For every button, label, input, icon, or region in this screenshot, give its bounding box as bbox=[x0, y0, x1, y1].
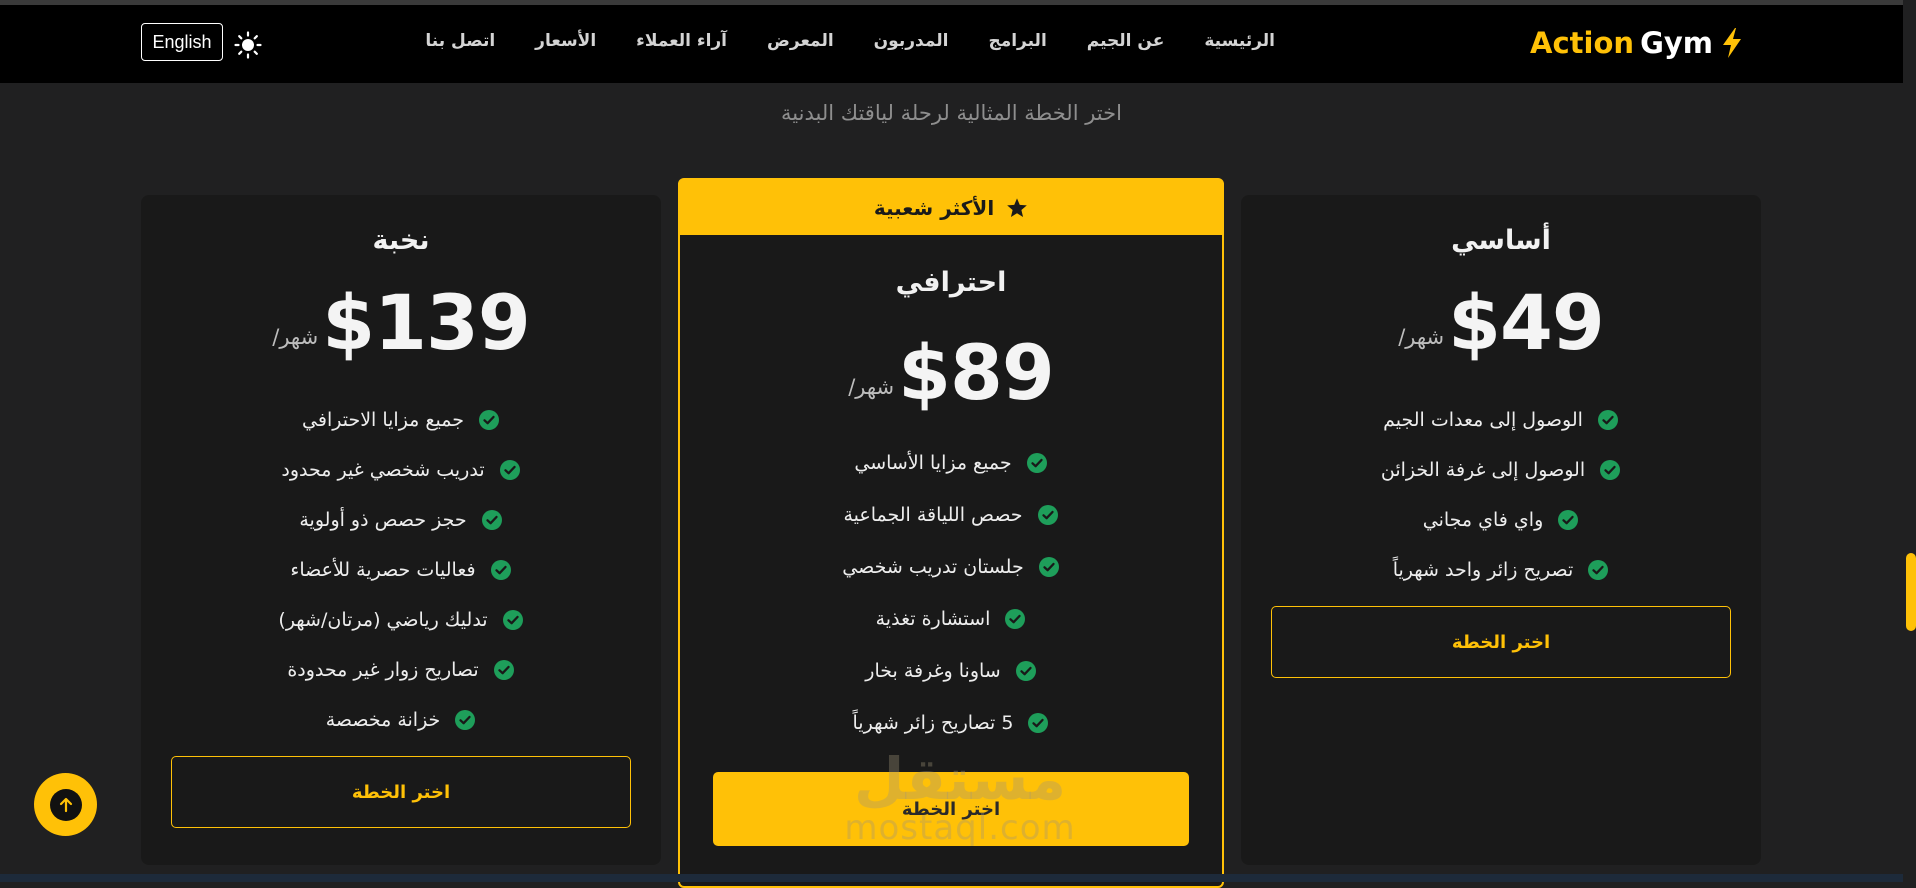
plan-price: /شهر $49 bbox=[1241, 285, 1761, 361]
check-circle-icon bbox=[1037, 505, 1058, 525]
page-scrollbar[interactable] bbox=[1903, 0, 1916, 882]
brand-logo[interactable]: Action Gym bbox=[1530, 23, 1745, 63]
feature-text: واي فاي مجاني bbox=[1422, 509, 1544, 531]
plan-card-elite: نخبة /شهر $139 جميع مزايا الاحترافي تدري… bbox=[141, 195, 661, 865]
feature-text: تدليك رياضي (مرتان/شهر) bbox=[278, 609, 488, 631]
feature-text: جميع مزايا الاحترافي bbox=[302, 409, 464, 431]
navbar: Action Gym الرئيسية عن الجيم البرامج الم… bbox=[0, 5, 1903, 83]
brand-name-gym: Gym bbox=[1640, 26, 1713, 60]
plan-name: احترافي bbox=[895, 267, 1007, 298]
plan-name: نخبة bbox=[372, 225, 430, 256]
choose-plan-button-elite[interactable]: اختر الخطة bbox=[171, 756, 631, 828]
check-circle-icon bbox=[502, 610, 523, 630]
plan-name: أساسي bbox=[1451, 225, 1551, 256]
nav-link-gallery[interactable]: المعرض bbox=[767, 31, 834, 51]
feature-item: ساونا وغرفة بخار bbox=[680, 645, 1222, 697]
feature-item: تصريح زائر واحد شهرياً bbox=[1241, 545, 1761, 595]
feature-item: حجز حصص ذو أولوية bbox=[141, 495, 661, 545]
feature-text: حصص اللياقة الجماعية bbox=[843, 504, 1023, 526]
feature-item: جلستان تدريب شخصي bbox=[680, 541, 1222, 593]
check-circle-icon bbox=[1588, 560, 1609, 580]
feature-list: جميع مزايا الأساسي حصص اللياقة الجماعية … bbox=[680, 437, 1222, 749]
feature-text: تصاريح زوار غير محدودة bbox=[287, 659, 479, 681]
choose-plan-button-basic[interactable]: اختر الخطة bbox=[1271, 606, 1731, 678]
feature-item: تدريب شخصي غير محدود bbox=[141, 445, 661, 495]
plan-price: /شهر $139 bbox=[141, 285, 661, 361]
price-period: /شهر bbox=[1398, 325, 1445, 349]
feature-text: تصريح زائر واحد شهرياً bbox=[1392, 559, 1574, 581]
feature-item: واي فاي مجاني bbox=[1241, 495, 1761, 545]
feature-text: جميع مزايا الأساسي bbox=[854, 452, 1012, 474]
feature-text: جلستان تدريب شخصي bbox=[842, 556, 1024, 578]
check-circle-icon bbox=[478, 410, 499, 430]
choose-plan-button-pro[interactable]: اختر الخطة bbox=[713, 772, 1189, 846]
popular-badge: الأكثر شعبية bbox=[680, 180, 1222, 235]
scrollbar-thumb[interactable] bbox=[1906, 553, 1916, 631]
star-icon bbox=[1007, 197, 1027, 217]
check-circle-icon bbox=[1015, 661, 1036, 681]
language-toggle-button[interactable]: English bbox=[141, 23, 223, 61]
price-value: $89 bbox=[898, 328, 1055, 417]
price-period: /شهر bbox=[272, 325, 319, 349]
check-circle-icon bbox=[455, 710, 476, 730]
feature-item: فعاليات حصرية للأعضاء bbox=[141, 545, 661, 595]
sun-icon[interactable] bbox=[234, 31, 262, 59]
feature-item: 5 تصاريح زائر شهرياً bbox=[680, 697, 1222, 749]
check-circle-icon bbox=[1005, 609, 1026, 629]
nav-link-trainers[interactable]: المدربون bbox=[874, 31, 949, 51]
feature-item: تدليك رياضي (مرتان/شهر) bbox=[141, 595, 661, 645]
nav-link-contact[interactable]: اتصل بنا bbox=[425, 31, 495, 51]
price-value: $139 bbox=[322, 278, 531, 367]
check-circle-icon bbox=[1558, 510, 1579, 530]
check-circle-icon bbox=[493, 660, 514, 680]
check-circle-icon bbox=[499, 460, 520, 480]
feature-text: خزانة مخصصة bbox=[325, 709, 441, 731]
bottom-edge bbox=[0, 874, 1903, 882]
nav-links: الرئيسية عن الجيم البرامج المدربون المعر… bbox=[425, 31, 1275, 51]
nav-link-pricing[interactable]: الأسعار bbox=[535, 31, 596, 51]
scroll-to-top-button[interactable] bbox=[34, 773, 97, 836]
feature-text: فعاليات حصرية للأعضاء bbox=[290, 559, 476, 581]
feature-item: حصص اللياقة الجماعية bbox=[680, 489, 1222, 541]
feature-list: جميع مزايا الاحترافي تدريب شخصي غير محدو… bbox=[141, 395, 661, 745]
feature-item: جميع مزايا الاحترافي bbox=[141, 395, 661, 445]
check-circle-icon bbox=[490, 560, 511, 580]
nav-link-home[interactable]: الرئيسية bbox=[1204, 31, 1275, 51]
feature-text: 5 تصاريح زائر شهرياً bbox=[852, 712, 1014, 734]
price-period: /شهر bbox=[848, 375, 895, 399]
plan-price: /شهر $89 bbox=[680, 335, 1222, 411]
check-circle-icon bbox=[1038, 557, 1059, 577]
check-circle-icon bbox=[1600, 460, 1621, 480]
nav-link-programs[interactable]: البرامج bbox=[988, 31, 1046, 51]
feature-text: الوصول إلى غرفة الخزائن bbox=[1380, 459, 1586, 481]
feature-text: تدريب شخصي غير محدود bbox=[281, 459, 485, 481]
feature-text: استشارة تغذية bbox=[875, 608, 991, 630]
feature-item: جميع مزايا الأساسي bbox=[680, 437, 1222, 489]
bolt-icon bbox=[1723, 28, 1741, 58]
arrow-up-icon bbox=[49, 788, 82, 821]
feature-item: تصاريح زوار غير محدودة bbox=[141, 645, 661, 695]
brand-name-action: Action bbox=[1530, 26, 1635, 60]
check-circle-icon bbox=[1026, 453, 1047, 473]
price-value: $49 bbox=[1448, 278, 1605, 367]
plan-card-pro: الأكثر شعبية احترافي /شهر $89 جميع مزايا… bbox=[678, 178, 1224, 888]
feature-item: الوصول إلى غرفة الخزائن bbox=[1241, 445, 1761, 495]
feature-text: حجز حصص ذو أولوية bbox=[299, 509, 467, 531]
plan-card-basic: أساسي /شهر $49 الوصول إلى معدات الجيم ال… bbox=[1241, 195, 1761, 865]
popular-badge-text: الأكثر شعبية bbox=[873, 195, 995, 220]
pricing-subtitle: اختر الخطة المثالية لرحلة لياقتك البدنية bbox=[781, 101, 1122, 125]
feature-text: ساونا وغرفة بخار bbox=[865, 660, 1001, 682]
feature-item: خزانة مخصصة bbox=[141, 695, 661, 745]
feature-item: استشارة تغذية bbox=[680, 593, 1222, 645]
nav-link-about[interactable]: عن الجيم bbox=[1087, 31, 1165, 51]
feature-item: الوصول إلى معدات الجيم bbox=[1241, 395, 1761, 445]
check-circle-icon bbox=[481, 510, 502, 530]
feature-text: الوصول إلى معدات الجيم bbox=[1383, 409, 1583, 431]
nav-link-testimonials[interactable]: آراء العملاء bbox=[636, 31, 727, 51]
check-circle-icon bbox=[1597, 410, 1618, 430]
check-circle-icon bbox=[1028, 713, 1049, 733]
feature-list: الوصول إلى معدات الجيم الوصول إلى غرفة ا… bbox=[1241, 395, 1761, 595]
